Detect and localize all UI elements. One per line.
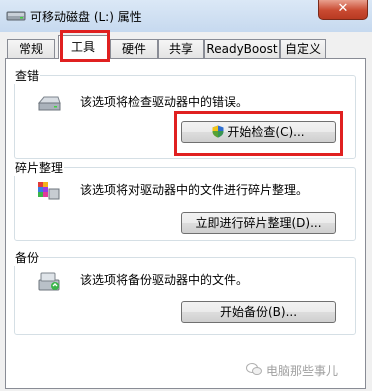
defrag-description: 该选项将对驱动器中的文件进行碎片整理。 (80, 183, 309, 197)
backup-group (14, 257, 356, 335)
start-backup-label: 开始备份(B)... (219, 305, 298, 319)
tab-label: ReadyBoost (206, 42, 278, 56)
tab-label: 自定义 (284, 42, 321, 56)
drive-icon (37, 96, 61, 111)
backup-description: 该选项将备份驱动器中的文件。 (80, 273, 249, 287)
tab-readyboost[interactable]: ReadyBoost (204, 39, 280, 58)
tab-label: 常规 (18, 42, 43, 56)
tools-panel: 查错 该选项将检查驱动器中的错误。 开始检查(C)... 碎片整理 该选项将对驱… (5, 58, 366, 389)
tab-strip: 常规 工具 硬件 共享 ReadyBoost 自定义 (0, 35, 372, 59)
title-bar[interactable]: 可移动磁盘 (L:) 属性 ✕ (0, 0, 372, 32)
button-highlight-box (174, 111, 343, 156)
tab-label: 硬件 (121, 42, 146, 56)
close-icon: ✕ (337, 1, 349, 16)
window-title: 可移动磁盘 (L:) 属性 (30, 10, 142, 24)
error-check-description: 该选项将检查驱动器中的错误。 (80, 95, 249, 109)
tab-label: 共享 (168, 42, 193, 56)
tab-customize[interactable]: 自定义 (280, 39, 326, 58)
defrag-now-button[interactable]: 立即进行碎片整理(D)... (181, 212, 336, 234)
error-check-title: 查错 (14, 67, 41, 84)
tab-sharing[interactable]: 共享 (158, 39, 204, 58)
tab-hardware[interactable]: 硬件 (110, 39, 158, 58)
watermark-text: 电脑那些事儿 (266, 364, 339, 378)
backup-title: 备份 (14, 249, 41, 266)
wechat-icon (246, 363, 262, 375)
defrag-now-label: 立即进行碎片整理(D)... (195, 216, 322, 230)
defrag-icon (38, 182, 60, 200)
start-backup-button[interactable]: 开始备份(B)... (181, 301, 336, 323)
close-button[interactable]: ✕ (318, 0, 368, 20)
tab-general[interactable]: 常规 (7, 39, 55, 58)
defrag-title: 碎片整理 (14, 159, 65, 176)
removable-drive-icon (6, 11, 26, 21)
backup-icon (38, 272, 60, 291)
tab-highlight-box (60, 30, 110, 62)
